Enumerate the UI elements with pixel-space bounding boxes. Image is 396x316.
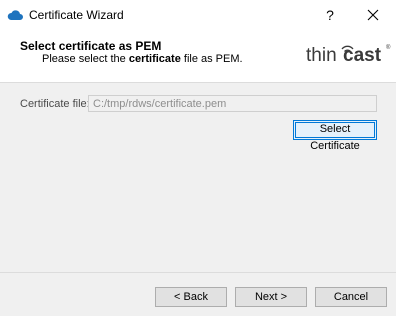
- cancel-button[interactable]: Cancel: [315, 287, 387, 307]
- wizard-header: Select certificate as PEM Please select …: [0, 31, 396, 83]
- certificate-file-field[interactable]: [88, 95, 377, 112]
- help-button[interactable]: ?: [320, 4, 340, 26]
- page-subtitle: Please select the certificate file as PE…: [42, 53, 243, 65]
- subtitle-suffix: file as PEM.: [180, 53, 243, 65]
- select-certificate-button[interactable]: Select Certificate: [293, 120, 377, 152]
- page-title: Select certificate as PEM: [20, 39, 162, 53]
- thincast-logo: thin cast ®: [306, 44, 391, 66]
- subtitle-bold: certificate: [128, 53, 181, 65]
- certificate-file-label: Certificate file:: [20, 98, 90, 110]
- subtitle-prefix: Please select the: [42, 53, 129, 65]
- cloud-app-icon: [7, 10, 23, 20]
- close-icon: [367, 9, 379, 21]
- close-button[interactable]: [362, 4, 384, 26]
- back-button[interactable]: < Back: [155, 287, 227, 307]
- footer-divider: [0, 272, 396, 273]
- logo-mark: ®: [386, 44, 391, 51]
- logo-text-right: cast: [343, 45, 382, 66]
- logo-text-left: thin: [306, 45, 337, 66]
- title-bar: Certificate Wizard ?: [0, 0, 396, 31]
- next-button[interactable]: Next >: [235, 287, 307, 307]
- window-title: Certificate Wizard: [29, 8, 124, 22]
